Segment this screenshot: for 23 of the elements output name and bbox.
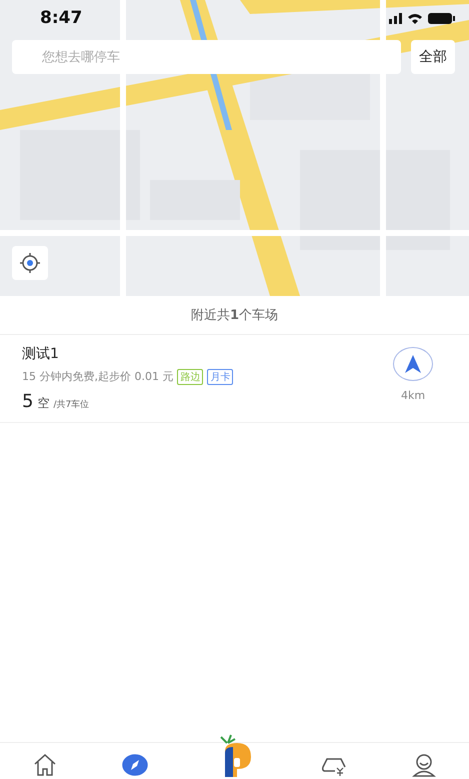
distance: 4km [400,389,426,402]
price-info: 15 分钟内免费,起步价 0.01 元 [22,369,174,384]
wifi-icon [408,12,422,24]
search-field[interactable]: 您想去哪停车 [12,40,401,74]
profile-icon [411,753,438,777]
status-time: 8:47 [40,8,82,28]
lot-tag: 路边 [177,369,204,385]
tab[interactable] [411,753,438,777]
home-icon [32,753,58,777]
navigation-arrow-icon [404,354,422,374]
signal-icon [389,12,402,24]
navigate-button[interactable] [393,347,433,381]
free-spaces: 5 [22,391,34,412]
tab[interactable] [32,753,58,777]
filter-button[interactable]: 全部 [411,40,455,74]
total-spaces: /共7车位 [53,398,90,411]
lot-tag: 月卡 [207,369,234,385]
nearby-count: 附近共1个车场 [0,296,469,335]
lot-name: 测试1 [22,345,60,363]
free-label: 空 [37,395,50,412]
locate-button[interactable] [12,246,48,280]
locate-icon [20,253,40,273]
tab[interactable] [122,753,148,777]
